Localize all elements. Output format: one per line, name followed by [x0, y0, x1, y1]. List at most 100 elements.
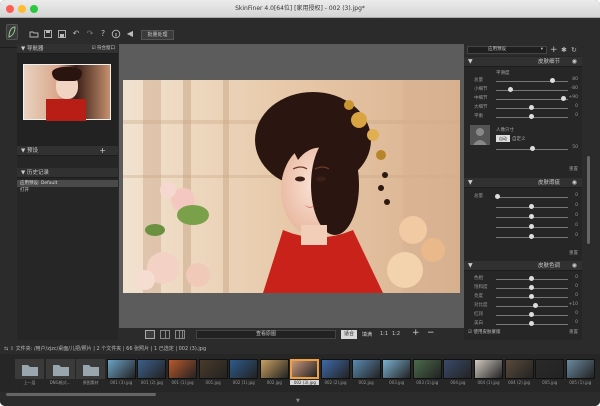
- folder-open-icon[interactable]: [29, 29, 39, 39]
- skin-color-reset-button[interactable]: 重置: [569, 329, 578, 335]
- photo-thumbnail[interactable]: [382, 359, 412, 379]
- photo-thumbnail[interactable]: [321, 359, 350, 379]
- photo-thumbnail[interactable]: [412, 359, 442, 379]
- zoom-1-2-button[interactable]: 1:2: [392, 331, 400, 337]
- slider-knob[interactable]: [532, 303, 538, 308]
- preset-dropdown[interactable]: 应用预设 ▾: [467, 46, 547, 54]
- image-canvas[interactable]: [119, 44, 464, 328]
- slider-knob[interactable]: [529, 276, 534, 281]
- photo-thumbnail[interactable]: [259, 359, 289, 379]
- slider-row[interactable]: 总量 80: [464, 77, 582, 85]
- folder-icon[interactable]: [76, 359, 106, 379]
- preset-header[interactable]: ▼ 预设 +: [17, 146, 118, 156]
- split-view-button[interactable]: [160, 330, 170, 339]
- history-item[interactable]: 应用预设: Default: [17, 180, 118, 187]
- photo-thumbnail[interactable]: [290, 359, 320, 379]
- nav-arrows-icon[interactable]: ⇆ ⇧: [4, 346, 16, 352]
- slider-knob[interactable]: [529, 224, 534, 229]
- batch-process-button[interactable]: 批量处理: [141, 30, 174, 40]
- photo-thumbnail[interactable]: [535, 359, 565, 379]
- history-item[interactable]: 打开: [17, 187, 118, 194]
- slider-knob[interactable]: [529, 294, 534, 299]
- slider-row[interactable]: 总量 0: [464, 193, 582, 201]
- slider-row[interactable]: 平衡 0: [464, 113, 582, 121]
- slider-row[interactable]: 饱和度 0: [464, 284, 582, 292]
- slider-row[interactable]: 红润 0: [464, 311, 582, 319]
- toggle-icon[interactable]: ◉: [572, 57, 577, 67]
- slider-row[interactable]: 0: [464, 213, 582, 221]
- fill-zoom-button[interactable]: 填满: [362, 331, 372, 338]
- side-by-side-button[interactable]: [175, 330, 185, 339]
- photo-thumbnail[interactable]: [504, 359, 534, 379]
- auto-button[interactable]: 自动: [496, 135, 510, 142]
- slider-row[interactable]: 小细节 -80: [464, 86, 582, 94]
- main-photo[interactable]: [123, 80, 460, 293]
- slider-row[interactable]: 中细节 +90: [464, 95, 582, 103]
- skin-spots-header[interactable]: ▼ 皮肤瑕疵 ◉: [464, 178, 582, 188]
- maximize-window-button[interactable]: [30, 5, 38, 13]
- skin-detail-header[interactable]: ▼ 皮肤细节 ◉: [464, 57, 582, 67]
- photo-thumbnail[interactable]: [106, 359, 136, 379]
- skin-mask-checkbox[interactable]: ☑ 使用皮肤蒙版: [468, 329, 500, 335]
- slider-knob[interactable]: [495, 194, 501, 199]
- slider-knob[interactable]: [529, 285, 534, 290]
- close-window-button[interactable]: [6, 5, 14, 13]
- slider-knob[interactable]: [529, 114, 534, 119]
- navigator-header[interactable]: ▼ 导航器 ☑ 符合窗口: [17, 44, 118, 54]
- slider-knob[interactable]: [529, 204, 534, 209]
- undo-icon[interactable]: ↶: [71, 29, 81, 39]
- panel-scrollbar[interactable]: [587, 156, 590, 244]
- info-icon[interactable]: [111, 29, 121, 39]
- navigator-preview[interactable]: [17, 54, 118, 146]
- photo-thumbnail[interactable]: [229, 359, 259, 379]
- skin-detail-reset-button[interactable]: 重置: [569, 166, 578, 172]
- skin-color-header[interactable]: ▼ 皮肤色调 ◉: [464, 261, 582, 271]
- slider-knob[interactable]: [529, 321, 534, 326]
- slider-row[interactable]: 大细节 0: [464, 104, 582, 112]
- skin-spots-reset-button[interactable]: 重置: [569, 250, 578, 256]
- slider-knob[interactable]: [529, 105, 534, 110]
- toggle-icon[interactable]: ◉: [572, 261, 577, 271]
- zoom-1-1-button[interactable]: 1:1: [380, 331, 388, 337]
- single-view-button[interactable]: [145, 330, 155, 339]
- slider-row[interactable]: 色相 0: [464, 275, 582, 283]
- history-header[interactable]: ▼ 历史记录: [17, 168, 118, 178]
- redo-icon[interactable]: ↷: [85, 29, 95, 39]
- gear-icon[interactable]: ✱: [561, 44, 567, 56]
- custom-button[interactable]: 自定义: [512, 136, 526, 142]
- slider-row[interactable]: 0: [464, 203, 582, 211]
- zoom-out-button[interactable]: −: [427, 328, 435, 338]
- save-icon[interactable]: [43, 29, 53, 39]
- slider-knob[interactable]: [530, 146, 535, 151]
- photo-thumbnail[interactable]: [168, 359, 197, 379]
- slider-row[interactable]: 0: [464, 233, 582, 241]
- slider-knob[interactable]: [529, 312, 534, 317]
- folder-icon[interactable]: [15, 359, 44, 379]
- slider-knob[interactable]: [550, 78, 555, 83]
- fit-zoom-button[interactable]: 适合: [341, 330, 357, 339]
- fit-window-checkbox[interactable]: ☑ 符合窗口: [92, 44, 115, 54]
- slider-knob[interactable]: [508, 87, 513, 92]
- help-icon[interactable]: ?: [98, 29, 108, 39]
- reset-icon[interactable]: ↻: [571, 44, 577, 56]
- photo-thumbnail[interactable]: [351, 359, 381, 379]
- view-original-button[interactable]: 查看原图: [196, 330, 336, 339]
- face-size-slider[interactable]: 50: [464, 145, 582, 153]
- photo-thumbnail[interactable]: [137, 359, 167, 379]
- toggle-icon[interactable]: ◉: [572, 178, 577, 188]
- photo-thumbnail[interactable]: [443, 359, 473, 379]
- share-icon[interactable]: ◀: [125, 29, 135, 39]
- slider-knob[interactable]: [560, 96, 566, 101]
- filmstrip-scroll-thumb[interactable]: [6, 393, 156, 396]
- slider-row[interactable]: 亮度 0: [464, 293, 582, 301]
- slider-row[interactable]: 美白 0: [464, 320, 582, 328]
- save-as-icon[interactable]: [57, 29, 67, 39]
- slider-knob[interactable]: [529, 234, 534, 239]
- add-preset-button[interactable]: +: [99, 146, 106, 156]
- folder-icon[interactable]: [45, 359, 75, 379]
- slider-row[interactable]: 0: [464, 223, 582, 231]
- photo-thumbnail[interactable]: [474, 359, 503, 379]
- slider-row[interactable]: 对比度 +10: [464, 302, 582, 310]
- minimize-window-button[interactable]: [18, 5, 26, 13]
- slider-knob[interactable]: [529, 214, 534, 219]
